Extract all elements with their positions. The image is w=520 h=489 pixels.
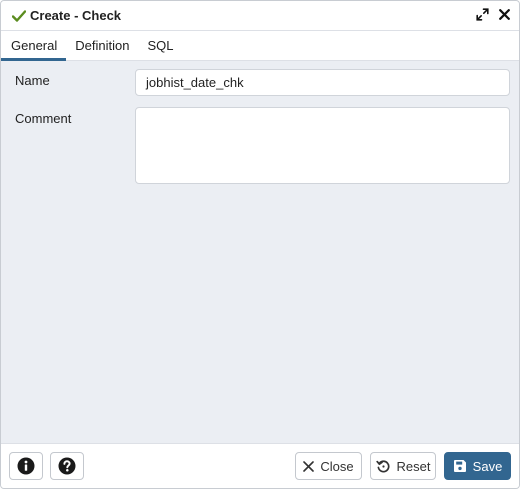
- create-check-dialog: Create - Check General Definition SQL Na…: [0, 0, 520, 489]
- reset-button-label: Reset: [396, 458, 431, 474]
- dialog-footer: Close Reset Save: [1, 443, 519, 488]
- reset-icon: [375, 459, 391, 474]
- save-button[interactable]: Save: [444, 452, 511, 480]
- close-icon[interactable]: [497, 7, 511, 21]
- info-button[interactable]: [9, 452, 43, 480]
- tab-general[interactable]: General: [1, 31, 67, 61]
- dialog-titlebar[interactable]: Create - Check: [1, 1, 519, 31]
- save-icon: [453, 459, 467, 473]
- comment-label: Comment: [15, 111, 72, 126]
- dialog-title: Create - Check: [30, 8, 122, 23]
- info-icon: [17, 457, 35, 475]
- tab-sql[interactable]: SQL: [138, 31, 182, 60]
- name-input[interactable]: jobhist_date_chk: [135, 69, 510, 96]
- help-icon: [58, 457, 76, 475]
- help-button[interactable]: [50, 452, 84, 480]
- tab-bar: General Definition SQL: [1, 31, 519, 61]
- name-label: Name: [15, 73, 50, 88]
- tab-definition[interactable]: Definition: [66, 31, 138, 60]
- reset-button[interactable]: Reset: [370, 452, 436, 480]
- x-icon: [303, 460, 315, 472]
- comment-textarea[interactable]: [135, 107, 510, 184]
- check-icon: [12, 8, 28, 24]
- expand-icon[interactable]: [475, 7, 489, 21]
- close-button[interactable]: Close: [295, 452, 362, 480]
- save-button-label: Save: [472, 458, 503, 474]
- close-button-label: Close: [320, 458, 354, 474]
- title-actions: [475, 7, 511, 21]
